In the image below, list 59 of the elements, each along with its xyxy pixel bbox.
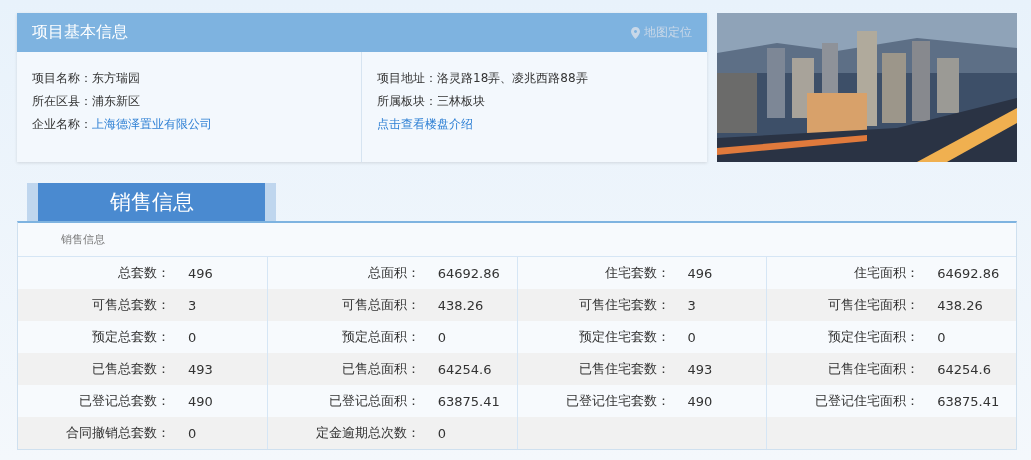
stat-value: 490 [686,393,713,409]
stat-value: 64254.6 [436,361,492,377]
stat-value: 493 [686,361,713,377]
stat-value: 0 [436,329,447,345]
stat-label: 已售住宅面积： [827,360,920,378]
project-intro-link[interactable]: 点击查看楼盘介绍 [377,117,473,131]
field-label: 项目名称： [32,71,92,85]
stat-label: 可售总套数： [91,296,170,314]
field-label: 所属板块： [377,94,437,108]
stat-value: 0 [686,329,696,345]
company-link[interactable]: 上海德泽置业有限公司 [92,117,212,131]
field-value: 东方瑞园 [92,71,140,85]
field-value: 浦东新区 [92,94,140,108]
sales-tab[interactable]: 销售信息 [27,183,276,221]
stat-value: 0 [436,425,447,441]
field-value: 三林板块 [437,94,485,108]
stat-value: 490 [187,393,213,409]
stat-label: 住宅面积： [853,264,920,282]
stat-label: 可售总面积： [340,296,420,314]
stat-label: 可售住宅套数： [577,296,670,314]
stat-label: 定金逾期总次数： [314,424,420,442]
stat-value: 438.26 [436,297,484,313]
stat-label: 已登记总套数： [78,392,170,410]
stat-value: 0 [187,329,197,345]
table-caption: 销售信息 [61,232,105,247]
pin-icon [631,26,640,39]
field-label: 所在区县： [32,94,92,108]
field-label: 企业名称： [32,117,92,131]
field-value: 洛灵路18弄、凌兆西路88弄 [437,71,588,85]
stat-label: 预定住宅面积： [827,328,920,346]
stat-value: 0 [936,329,946,345]
stat-label: 预定总面积： [340,328,420,346]
stat-value: 438.26 [936,297,983,313]
stat-value: 493 [187,361,213,377]
stat-label: 预定住宅套数： [577,328,670,346]
field-label: 项目地址： [377,71,437,85]
stat-label: 已售总面积： [340,360,420,378]
stat-value: 64692.86 [436,265,500,281]
stat-value: 3 [187,297,197,313]
stat-value: 496 [686,265,713,281]
stat-label: 已登记住宅面积： [814,392,920,410]
card-title: 项目基本信息 [32,22,128,43]
stat-label: 总套数： [117,264,170,282]
stat-value: 3 [686,297,696,313]
stat-label: 住宅套数： [603,264,670,282]
stat-label: 已售住宅套数： [577,360,670,378]
stat-value: 64692.86 [936,265,1000,281]
stat-value: 0 [187,425,197,441]
stat-value: 63875.41 [436,393,500,409]
stat-label: 已登记总面积： [327,392,420,410]
stat-label: 总面积： [366,264,420,282]
stat-label: 已售总套数： [91,360,170,378]
stat-value: 496 [187,265,213,281]
stat-label: 合同撤销总套数： [65,424,170,442]
stat-value: 64254.6 [936,361,991,377]
stat-value: 63875.41 [936,393,1000,409]
stat-label: 预定总套数： [91,328,170,346]
stat-label: 已登记住宅套数： [564,392,670,410]
stat-label: 可售住宅面积： [827,296,920,314]
